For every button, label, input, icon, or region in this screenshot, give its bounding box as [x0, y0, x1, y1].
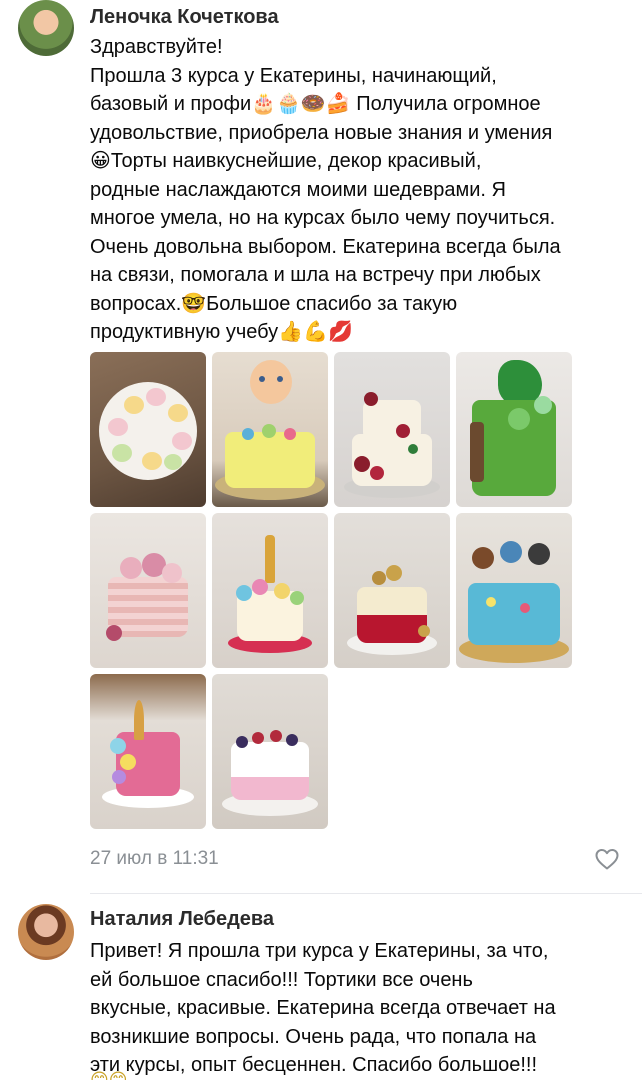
comment-line: продуктивную учебу👍💪💋 [90, 321, 353, 343]
comment-line: вкусные, красивые. Екатерина всегда отве… [90, 997, 556, 1019]
comment-line: ей большое спасибо!!! Тортики все очень [90, 968, 473, 991]
photo-cake-3[interactable] [334, 352, 450, 507]
comment-line: удовольствие, приобрела новые знания и у… [90, 121, 553, 144]
comment-author-name[interactable]: Наталия Лебедева [90, 908, 274, 931]
photo-cake-4[interactable] [456, 352, 572, 507]
comment-text: Здравствуйте! Прошла 3 курса у Екатерины… [90, 33, 625, 347]
comment-author-name[interactable]: Леночка Кочеткова [90, 6, 279, 29]
photo-cake-7[interactable] [334, 513, 450, 668]
heart-outline-icon[interactable] [594, 847, 620, 871]
smile-emoji-row: 😊😊 [90, 1070, 128, 1080]
comment-divider [90, 893, 642, 894]
comment-line: Очень довольна выбором. Екатерина всегда… [90, 235, 561, 258]
photo-cake-9[interactable] [90, 674, 206, 829]
comment-timestamp[interactable]: 27 июл в 11:31 [90, 848, 219, 870]
comment-line: Прошла 3 курса у Екатерины, начинающий, [90, 64, 497, 87]
comment-text: Привет! Я прошла три курса у Екатерины, … [90, 937, 625, 1080]
photo-cake-1[interactable] [90, 352, 206, 507]
photo-cake-2[interactable] [212, 352, 328, 507]
avatar[interactable] [18, 904, 74, 960]
comment-line: Привет! Я прошла три курса у Екатерины, … [90, 940, 549, 962]
photo-cake-6[interactable] [212, 513, 328, 668]
avatar[interactable] [18, 0, 74, 56]
comment-line: 😀Торты наивкуснейшие, декор красивый, [90, 150, 482, 172]
comment-line: вопросах.🤓Большое спасибо за такую [90, 292, 458, 315]
comment-line: многое умела, но на курсах было чему поу… [90, 207, 556, 229]
photo-cake-8[interactable] [456, 513, 572, 668]
comment-line: Здравствуйте! [90, 36, 223, 58]
comment-line: родные наслаждаются моими шедеврами. Я [90, 178, 506, 201]
comment-line: базовый и профи🎂🧁🍩🍰 Получила огромное [90, 93, 541, 115]
comment-line: на связи, помогала и шла на встречу при … [90, 264, 541, 286]
comment-line: эти курсы, опыт бесценнен. Спасибо больш… [90, 1054, 538, 1076]
photo-cake-5[interactable] [90, 513, 206, 668]
comment-line: возникшие вопросы. Очень рада, что попал… [90, 1025, 537, 1048]
photo-cake-10[interactable] [212, 674, 328, 829]
